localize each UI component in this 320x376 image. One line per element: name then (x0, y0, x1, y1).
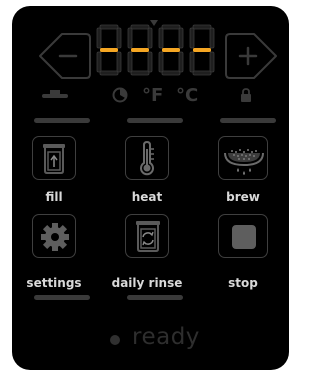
fill-button[interactable] (32, 136, 76, 180)
lock-bar (220, 118, 276, 123)
segment-e (189, 51, 195, 73)
segment-b (209, 27, 215, 49)
segment-a (130, 24, 150, 30)
segment-c (209, 51, 215, 73)
segment-a (161, 24, 181, 30)
segment-f (158, 27, 164, 49)
increase-button[interactable] (224, 30, 280, 84)
segment-g (100, 48, 118, 52)
settings-bar (34, 295, 90, 300)
fill-label: fill (45, 190, 63, 204)
daily-rinse-bar (127, 295, 183, 300)
daily-rinse-label: daily rinse (111, 276, 183, 290)
timer-icon (112, 87, 128, 103)
brew-label: brew (226, 190, 260, 204)
segment-f (189, 27, 195, 49)
segment-b (178, 27, 184, 49)
display-digit-2 (127, 24, 153, 76)
status-dot (110, 335, 120, 345)
stop-label: stop (228, 276, 258, 290)
decrease-button[interactable] (38, 30, 94, 84)
level-icon (42, 90, 68, 98)
settings-button[interactable] (32, 214, 76, 258)
segment-d (161, 70, 181, 76)
display-digit-3 (158, 24, 184, 76)
seven-segment-display (96, 20, 218, 78)
segment-g (162, 48, 180, 52)
stop-icon (232, 225, 256, 249)
thermometer-icon (140, 140, 154, 176)
celsius-indicator: °C (176, 85, 199, 106)
segment-f (96, 27, 102, 49)
segment-f (127, 27, 133, 49)
display-digit-1 (96, 24, 122, 76)
segment-e (158, 51, 164, 73)
segment-g (193, 48, 211, 52)
segment-e (96, 51, 102, 73)
segment-c (116, 51, 122, 73)
heat-button[interactable] (125, 136, 169, 180)
stop-button[interactable] (218, 214, 268, 258)
daily-rinse-button[interactable] (125, 214, 169, 258)
segment-g (131, 48, 149, 52)
gear-icon (41, 223, 69, 251)
settings-label: settings (26, 276, 82, 290)
temperature-bar (127, 118, 183, 123)
plus-icon (225, 33, 277, 79)
fill-icon (43, 144, 65, 174)
segment-c (147, 51, 153, 73)
segment-e (127, 51, 133, 73)
display-digit-4 (189, 24, 215, 76)
segment-c (178, 51, 184, 73)
heat-label: heat (131, 190, 163, 204)
control-panel: °F °C fill heat brew settings daily rins… (12, 6, 289, 370)
rinse-icon (136, 221, 160, 252)
status-text: ready (132, 324, 200, 350)
segment-b (116, 27, 122, 49)
segment-d (130, 70, 150, 76)
segment-d (99, 70, 119, 76)
segment-a (192, 24, 212, 30)
segment-b (147, 27, 153, 49)
minus-icon (39, 33, 91, 79)
segment-a (99, 24, 119, 30)
fahrenheit-indicator: °F (142, 85, 164, 106)
level-bar (34, 118, 90, 123)
brew-icon (224, 149, 264, 175)
lock-icon (241, 88, 251, 102)
brew-button[interactable] (218, 136, 268, 180)
segment-d (192, 70, 212, 76)
